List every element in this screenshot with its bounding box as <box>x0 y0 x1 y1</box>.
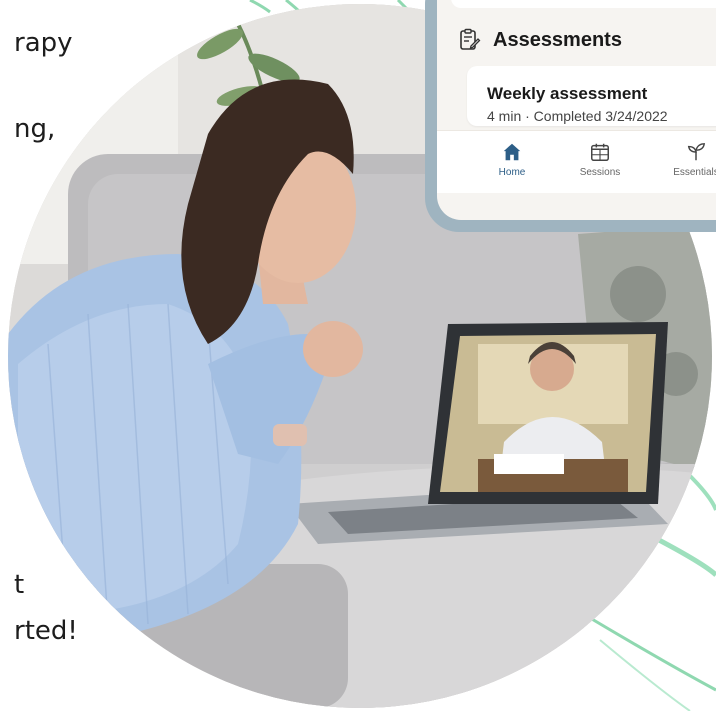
assessment-title: Weekly assessment <box>487 84 648 103</box>
nav-item-home[interactable]: Home <box>477 141 547 178</box>
text-fragment: ng, <box>14 114 56 144</box>
home-icon <box>503 143 521 161</box>
calendar-icon <box>591 143 609 161</box>
nav-item-essentials[interactable]: Essentials <box>661 141 716 178</box>
section-header: Assessments <box>457 28 622 52</box>
phone-mockup: Assessments Weekly assessment 4 min · Co… <box>425 0 716 232</box>
nav-label: Essentials <box>673 167 716 178</box>
nav-label: Sessions <box>579 167 621 178</box>
nav-label: Home <box>498 167 526 178</box>
section-title: Assessments <box>493 28 622 51</box>
text-fragment: rted! <box>14 616 78 646</box>
nav-item-sessions[interactable]: Sessions <box>565 141 635 178</box>
text-fragment: rapy <box>14 28 73 58</box>
previous-card <box>451 0 716 8</box>
page: rapy ng, t rted! Assessments Weekly asse… <box>0 0 716 711</box>
sprout-icon <box>687 143 706 161</box>
bottom-nav: Home Sessions Essentials <box>437 130 716 193</box>
assessment-meta: 4 min · Completed 3/24/2022 <box>487 108 668 124</box>
clipboard-icon <box>460 28 481 50</box>
text-fragment: t <box>14 570 25 600</box>
assessment-card[interactable]: Weekly assessment 4 min · Completed 3/24… <box>467 66 716 126</box>
phone-screen: Assessments Weekly assessment 4 min · Co… <box>437 0 716 220</box>
